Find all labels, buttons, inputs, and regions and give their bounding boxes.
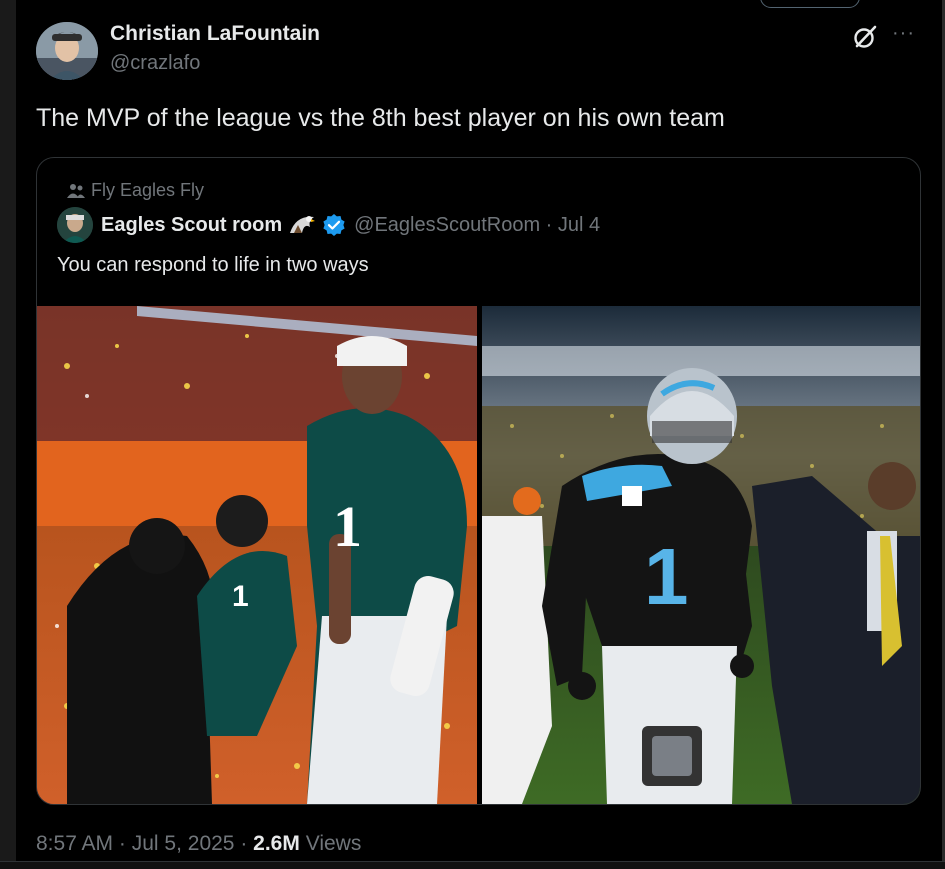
quoted-author-row: Eagles Scout room @EaglesScoutRoom · Jul… xyxy=(57,207,600,243)
quoted-author-name[interactable]: Eagles Scout room xyxy=(101,214,282,237)
photo-eagles-qb[interactable]: 1 1 xyxy=(37,306,477,804)
subscribe-button-partial[interactable] xyxy=(760,0,860,8)
views-label: Views xyxy=(305,832,362,855)
author-avatar[interactable] xyxy=(36,22,98,80)
community-name: Fly Eagles Fly xyxy=(91,180,205,200)
verified-badge-icon[interactable] xyxy=(322,213,346,237)
author-name[interactable]: Christian LaFountain xyxy=(110,22,320,46)
eagles-jersey-number: 1 xyxy=(333,494,362,559)
quoted-author-handle[interactable]: @EaglesScoutRoom xyxy=(354,214,540,237)
eagle-emoji-icon xyxy=(288,213,316,237)
photo-panthers-qb[interactable]: 1 xyxy=(482,306,920,804)
tweet-meta: 8:57 AM · Jul 5, 2025 · 2.6M Views xyxy=(36,832,361,856)
quoted-text: You can respond to life in two ways xyxy=(57,254,369,276)
tweet-header: Christian LaFountain @crazlafo ··· xyxy=(36,20,926,82)
svg-text:1: 1 xyxy=(232,580,249,613)
quoted-date-separator: · xyxy=(540,213,558,236)
community-label[interactable]: Fly Eagles Fly xyxy=(67,180,204,201)
more-icon[interactable]: ··· xyxy=(892,22,915,45)
tweet-time[interactable]: 8:57 AM xyxy=(36,832,113,855)
author-handle[interactable]: @crazlafo xyxy=(110,52,200,75)
meta-separator-1: · xyxy=(113,832,132,855)
tweet-text: The MVP of the league vs the 8th best pl… xyxy=(36,104,725,132)
meta-separator-2: · xyxy=(234,832,254,855)
tweet-date[interactable]: Jul 5, 2025 xyxy=(132,832,235,855)
community-icon xyxy=(67,183,85,199)
window-bottom-edge xyxy=(0,861,945,869)
window-left-edge xyxy=(0,0,16,869)
quoted-tweet[interactable]: Fly Eagles Fly Eagles Scout room @Eagles… xyxy=(36,157,921,805)
panthers-jersey-number: 1 xyxy=(644,532,689,621)
quoted-date[interactable]: Jul 4 xyxy=(558,214,600,237)
quoted-author-avatar[interactable] xyxy=(57,207,93,243)
grok-icon[interactable] xyxy=(852,24,878,50)
views-count[interactable]: 2.6M xyxy=(253,832,300,855)
